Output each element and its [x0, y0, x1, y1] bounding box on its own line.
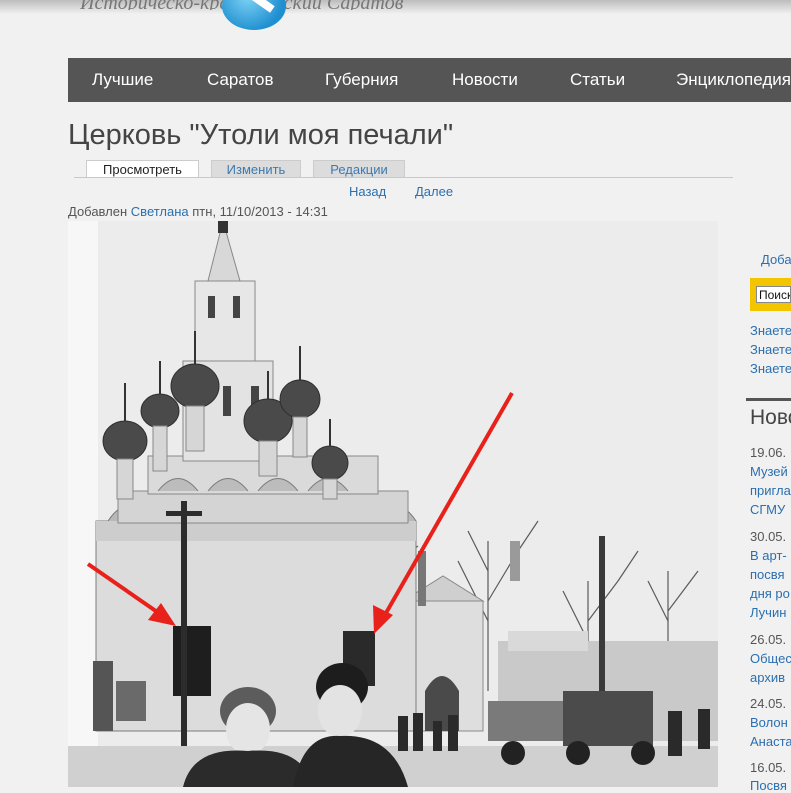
nav-item-best[interactable]: Лучшие	[92, 58, 153, 102]
site-logo[interactable]: Историческо-краеведческий Саратов	[80, 0, 540, 10]
news-link[interactable]: Анаста	[750, 734, 791, 749]
page-title: Церковь "Утоли моя печали"	[68, 119, 454, 151]
author-link[interactable]: Светлана	[131, 204, 189, 219]
news-link[interactable]: архив	[750, 670, 785, 685]
news-date: 16.05.	[750, 760, 787, 775]
logo-globe-icon[interactable]	[222, 0, 286, 30]
news-date: 30.05.	[750, 529, 787, 544]
search-input[interactable]: Поиск	[756, 286, 791, 303]
nav-item-encyclopedia[interactable]: Энциклопедия	[676, 58, 791, 102]
sidebar-link[interactable]: Знаете	[750, 323, 791, 338]
news-link[interactable]: В арт-	[750, 548, 787, 563]
tab-revisions[interactable]: Редакции	[313, 160, 405, 177]
tabs-divider	[74, 177, 733, 178]
news-date: 24.05.	[750, 696, 787, 711]
nav-item-guberniya[interactable]: Губерния	[325, 58, 398, 102]
news-link[interactable]: Лучин	[750, 605, 786, 620]
news-link[interactable]: СГМУ	[750, 502, 785, 517]
news-date: 19.06.	[750, 445, 787, 460]
news-link[interactable]: посвя	[750, 567, 785, 582]
news-link[interactable]: Посвя	[750, 778, 787, 793]
church-photo[interactable]	[68, 221, 718, 787]
sidebar-link[interactable]: Знаете	[750, 342, 791, 357]
sidebar-link[interactable]: Знаете	[750, 361, 791, 376]
sidebar-divider	[746, 398, 791, 401]
submitted-prefix: Добавлен	[68, 204, 128, 219]
news-link[interactable]: Волон	[750, 715, 788, 730]
nav-item-saratov[interactable]: Саратов	[207, 58, 274, 102]
pager-back-link[interactable]: Назад	[349, 184, 386, 199]
nav-item-news[interactable]: Новости	[452, 58, 518, 102]
news-link[interactable]: пригла	[750, 483, 791, 498]
news-link[interactable]: Общес	[750, 651, 791, 666]
news-date: 26.05.	[750, 632, 787, 647]
submitted-info: Добавлен Светлана птн, 11/10/2013 - 14:3…	[68, 204, 328, 219]
news-link[interactable]: Музей	[750, 464, 788, 479]
submitted-date: птн, 11/10/2013 - 14:31	[192, 204, 328, 219]
main-nav: Лучшие Саратов Губерния Новости Статьи Э…	[68, 58, 791, 102]
nav-item-articles[interactable]: Статьи	[570, 58, 625, 102]
news-link[interactable]: дня ро	[750, 586, 790, 601]
news-heading: Ново	[750, 406, 791, 429]
sidebar-add-link[interactable]: Доба	[761, 252, 791, 267]
tab-view[interactable]: Просмотреть	[86, 160, 199, 178]
tab-edit[interactable]: Изменить	[211, 160, 301, 177]
pager-next-link[interactable]: Далее	[415, 184, 453, 199]
